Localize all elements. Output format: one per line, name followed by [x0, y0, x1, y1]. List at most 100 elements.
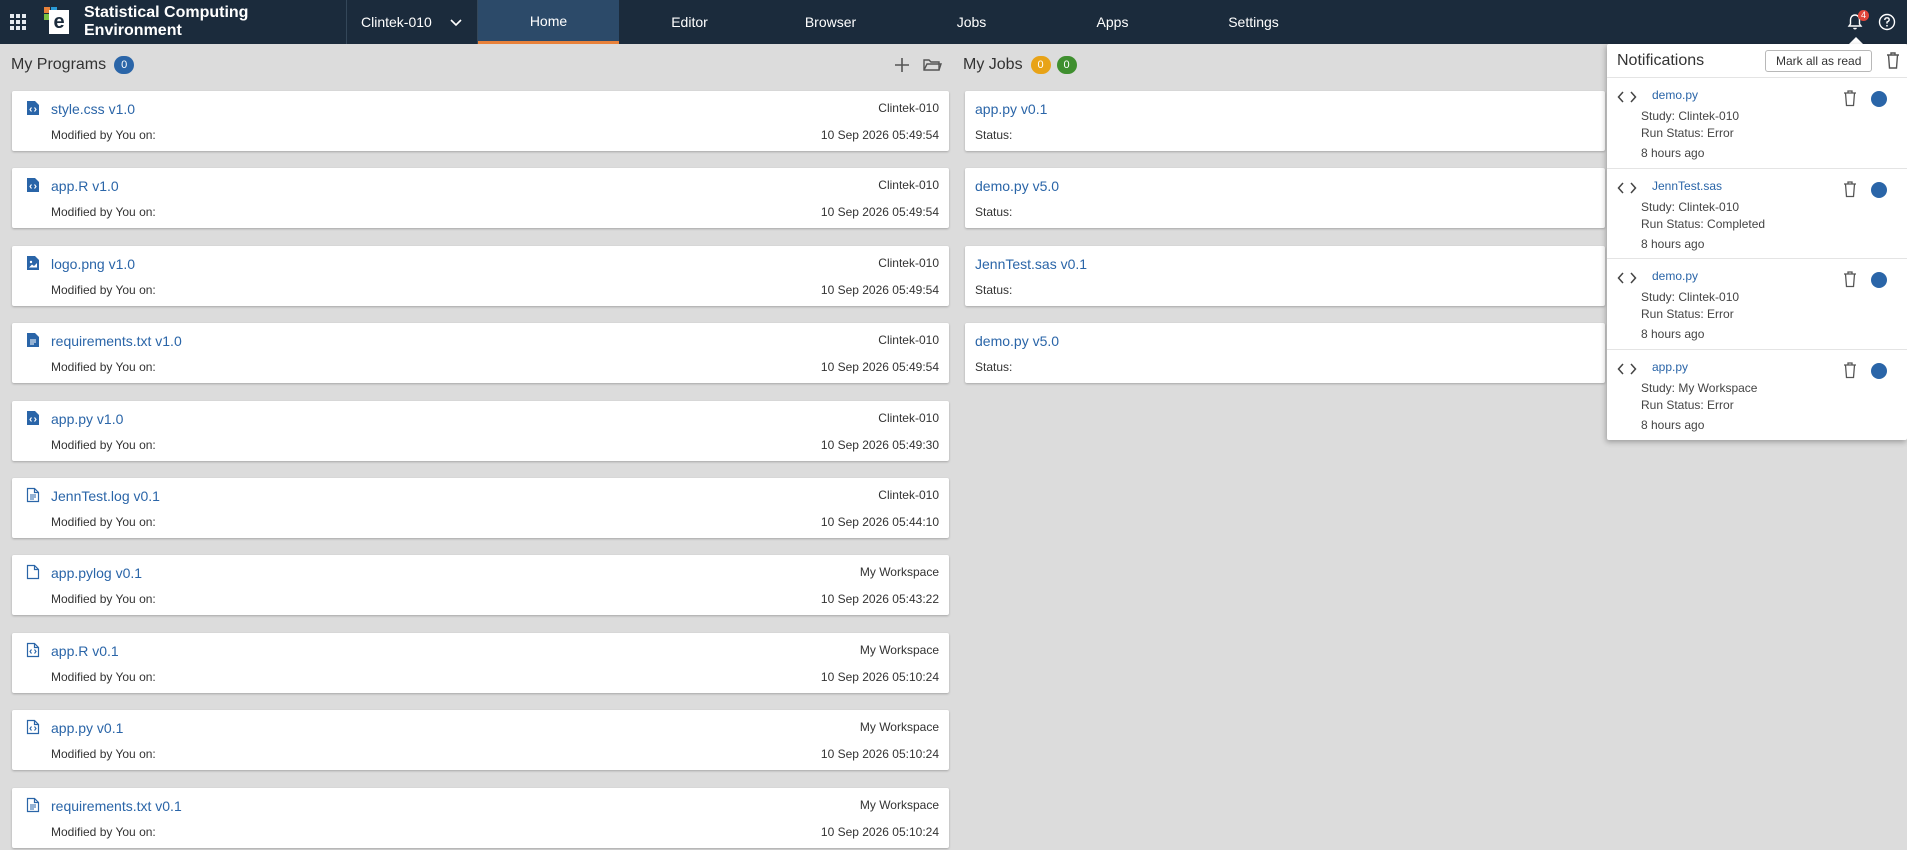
program-card[interactable]: requirements.txt v0.1 My Workspace Modifie…	[12, 787, 949, 848]
nav-tab-home[interactable]: Home	[478, 0, 619, 44]
app-logo: e	[44, 7, 70, 37]
notification-file-link[interactable]: app.py	[1652, 360, 1688, 374]
unread-indicator[interactable]	[1871, 272, 1887, 288]
job-status-label: Status:	[975, 205, 1013, 220]
program-study: Clintek-010	[878, 255, 939, 270]
delete-notification-button[interactable]	[1843, 89, 1857, 107]
delete-notification-button[interactable]	[1843, 361, 1857, 379]
job-card[interactable]: app.py v0.1 Status:	[965, 91, 1605, 151]
app-title: Statistical Computing Environment	[84, 4, 249, 39]
code-icon	[1617, 362, 1637, 375]
top-bar: e Statistical Computing Environment Clin…	[0, 0, 1907, 44]
program-name-link[interactable]: app.py v0.1	[51, 720, 123, 736]
notifications-header: Notifications Mark all as read	[1607, 44, 1907, 78]
program-card[interactable]: requirements.txt v1.0 Clintek-010 Modified…	[12, 323, 949, 384]
program-name-link[interactable]: style.css v1.0	[51, 101, 135, 117]
mark-all-read-button[interactable]: Mark all as read	[1765, 50, 1873, 72]
notification-item[interactable]: demo.py Study: Clintek-010 Run Status: Err…	[1607, 259, 1907, 350]
notifications-button[interactable]: 4	[1841, 8, 1869, 36]
app-launcher-button[interactable]	[0, 0, 36, 44]
notification-run-status: Run Status: Error	[1641, 397, 1734, 412]
program-name-link[interactable]: requirements.txt v1.0	[51, 333, 182, 349]
add-program-button[interactable]	[892, 55, 912, 75]
program-name-link[interactable]: app.pylog v0.1	[51, 565, 142, 581]
delete-notification-button[interactable]	[1843, 270, 1857, 288]
program-card[interactable]: app.pylog v0.1 My Workspace Modified by Yo…	[12, 555, 949, 616]
logo-letter: e	[49, 10, 69, 34]
program-study: My Workspace	[859, 797, 939, 812]
code-file-icon	[27, 410, 39, 425]
program-study: My Workspace	[859, 720, 939, 735]
notification-file-link[interactable]: demo.py	[1652, 269, 1698, 283]
programs-count-badge: 0	[114, 56, 135, 74]
nav-tab-apps[interactable]: Apps	[1042, 0, 1183, 44]
program-modified-label: Modified by You on:	[51, 437, 156, 452]
chevron-down-icon	[450, 19, 462, 27]
program-modified-date: 10 Sep 2026 05:10:24	[820, 824, 939, 839]
notification-file-link[interactable]: JennTest.sas	[1652, 179, 1722, 193]
program-study: My Workspace	[859, 565, 939, 580]
help-button[interactable]	[1873, 8, 1901, 36]
unread-indicator[interactable]	[1871, 181, 1887, 198]
program-name-link[interactable]: JennTest.log v0.1	[51, 488, 160, 504]
image-file-icon	[27, 255, 39, 270]
notification-file-link[interactable]: demo.py	[1652, 88, 1698, 102]
notification-time: 8 hours ago	[1641, 327, 1705, 341]
program-name-link[interactable]: app.py v1.0	[51, 411, 123, 427]
nav-tab-editor[interactable]: Editor	[619, 0, 760, 44]
nav-tab-settings[interactable]: Settings	[1183, 0, 1324, 44]
program-name-link[interactable]: app.R v1.0	[51, 178, 119, 194]
program-card[interactable]: app.py v1.0 Clintek-010 Modified by You on…	[12, 400, 949, 461]
notification-item[interactable]: app.py Study: My Workspace Run Status: Err…	[1607, 350, 1907, 441]
notification-item[interactable]: demo.py Study: Clintek-010 Run Status: Err…	[1607, 78, 1907, 169]
program-card[interactable]: app.py v0.1 My Workspace Modified by You o…	[12, 710, 949, 771]
program-card[interactable]: style.css v1.0 Clintek-010 Modified by You…	[12, 91, 949, 151]
jobs-completed-badge: 0	[1056, 56, 1077, 74]
job-name-link[interactable]: JennTest.sas v0.1	[975, 256, 1087, 272]
grid-icon	[10, 14, 26, 30]
notifications-list: demo.py Study: Clintek-010 Run Status: Err…	[1607, 78, 1907, 440]
program-study: Clintek-010	[878, 101, 939, 115]
clear-all-notifications-button[interactable]	[1884, 50, 1902, 70]
notification-count-badge: 4	[1858, 10, 1869, 21]
job-card[interactable]: demo.py v5.0 Status:	[965, 168, 1605, 229]
notification-item[interactable]: JennTest.sas Study: Clintek-010 Run Status…	[1607, 169, 1907, 259]
job-status-label: Status:	[975, 360, 1013, 375]
jobs-list: app.py v0.1 Status: demo.py v5.0 Status: Jen…	[965, 91, 1605, 401]
program-modified-date: 10 Sep 2026 05:49:54	[820, 360, 939, 375]
job-name-link[interactable]: app.py v0.1	[975, 101, 1047, 117]
text-file-outline-icon	[26, 797, 40, 812]
job-name-link[interactable]: demo.py v5.0	[975, 178, 1059, 194]
job-card[interactable]: JennTest.sas v0.1 Status:	[965, 245, 1605, 306]
program-name-link[interactable]: app.R v0.1	[51, 643, 119, 659]
programs-list: style.css v1.0 Clintek-010 Modified by You…	[12, 91, 949, 850]
open-folder-button[interactable]	[922, 55, 942, 75]
program-name-link[interactable]: requirements.txt v0.1	[51, 798, 182, 814]
notifications-panel: Notifications Mark all as read demo.py St…	[1607, 44, 1907, 440]
unread-indicator[interactable]	[1871, 362, 1887, 379]
notification-run-status: Run Status: Error	[1641, 126, 1734, 140]
unread-indicator[interactable]	[1871, 91, 1887, 107]
code-file-outline-icon	[26, 642, 40, 657]
program-modified-date: 10 Sep 2026 05:49:54	[820, 282, 939, 297]
job-status-label: Status:	[975, 128, 1013, 142]
job-name-link[interactable]: demo.py v5.0	[975, 333, 1059, 349]
program-card[interactable]: logo.png v1.0 Clintek-010 Modified by You …	[12, 245, 949, 306]
program-modified-date: 10 Sep 2026 05:10:24	[820, 669, 939, 684]
delete-notification-button[interactable]	[1843, 180, 1857, 198]
blank-file-outline-icon	[26, 565, 40, 580]
nav-tab-browser[interactable]: Browser	[760, 0, 901, 44]
program-modified-label: Modified by You on:	[51, 592, 156, 607]
program-card[interactable]: JennTest.log v0.1 Clintek-010 Modified by …	[12, 477, 949, 538]
notification-run-status: Run Status: Completed	[1641, 216, 1766, 231]
program-modified-label: Modified by You on:	[51, 747, 156, 762]
nav-tab-jobs[interactable]: Jobs	[901, 0, 1042, 44]
program-card[interactable]: app.R v1.0 Clintek-010 Modified by You on:…	[12, 168, 949, 229]
notification-time: 8 hours ago	[1641, 146, 1705, 160]
program-card[interactable]: app.R v0.1 My Workspace Modified by You on…	[12, 632, 949, 693]
study-selector[interactable]: Clintek-010	[346, 0, 478, 44]
program-modified-label: Modified by You on:	[51, 128, 156, 142]
job-card[interactable]: demo.py v5.0 Status:	[965, 323, 1605, 384]
my-programs-header: My Programs 0	[11, 52, 135, 78]
program-name-link[interactable]: logo.png v1.0	[51, 256, 135, 272]
